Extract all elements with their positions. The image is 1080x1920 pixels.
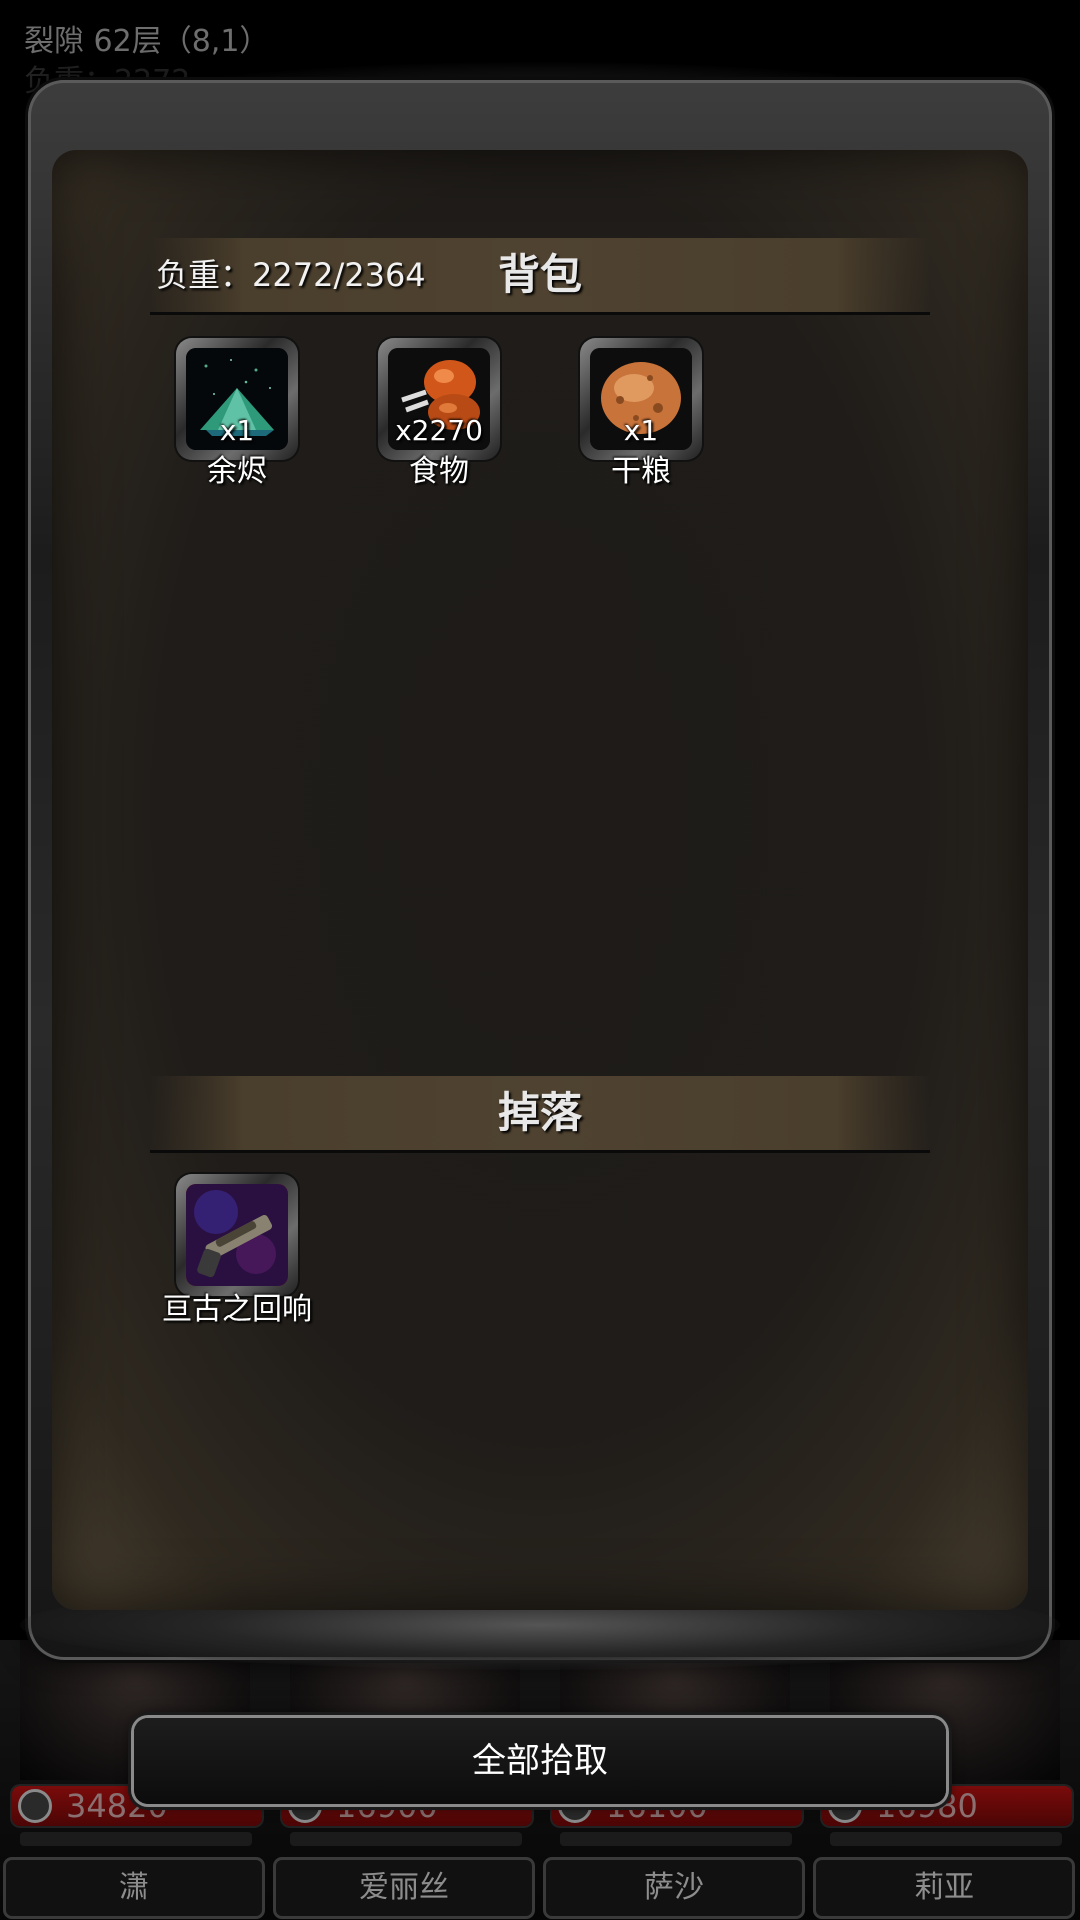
sub-bar [290, 1832, 522, 1846]
sub-bar [20, 1832, 252, 1846]
hero-name-box[interactable]: 潇 [6, 1860, 262, 1916]
hero-name-box[interactable]: 萨沙 [546, 1860, 802, 1916]
item-name: 亘古之回响 [162, 1292, 312, 1327]
item-name: 干粮 [611, 454, 671, 489]
location-label: 裂隙 62层（8,1） [24, 24, 270, 59]
drops-title: 掉落 [497, 1088, 582, 1137]
backpack-item-ration[interactable]: x1 干粮 [580, 338, 706, 489]
hero-name: 爱丽丝 [359, 1870, 449, 1905]
drop-item-echo[interactable]: 亘古之回响 [162, 1174, 312, 1327]
hero-name-box[interactable]: 爱丽丝 [276, 1860, 532, 1916]
hero-name: 潇 [119, 1870, 149, 1905]
sub-bar [560, 1832, 792, 1846]
hero-name-box[interactable]: 莉亚 [816, 1860, 1072, 1916]
hero-name: 莉亚 [914, 1870, 974, 1905]
item-count: x2270 [395, 414, 483, 447]
sword-icon [18, 1789, 52, 1823]
pickup-all-button[interactable]: 全部拾取 [134, 1718, 946, 1804]
item-count: x1 [219, 414, 255, 447]
drops-header: 掉落 [150, 1076, 930, 1153]
hero-name: 萨沙 [644, 1870, 704, 1905]
sub-bar [830, 1832, 1062, 1846]
item-count: x1 [623, 414, 659, 447]
backpack-item-food[interactable]: x2270 食物 [378, 338, 504, 489]
backpack-title: 背包 [497, 250, 582, 299]
backpack-item-ember[interactable]: x1 余烬 [176, 338, 302, 489]
backpack-header: 负重：2272/2364 背包 [150, 238, 930, 315]
item-slot [176, 1174, 298, 1296]
shotgun-weapon-icon [186, 1184, 288, 1286]
